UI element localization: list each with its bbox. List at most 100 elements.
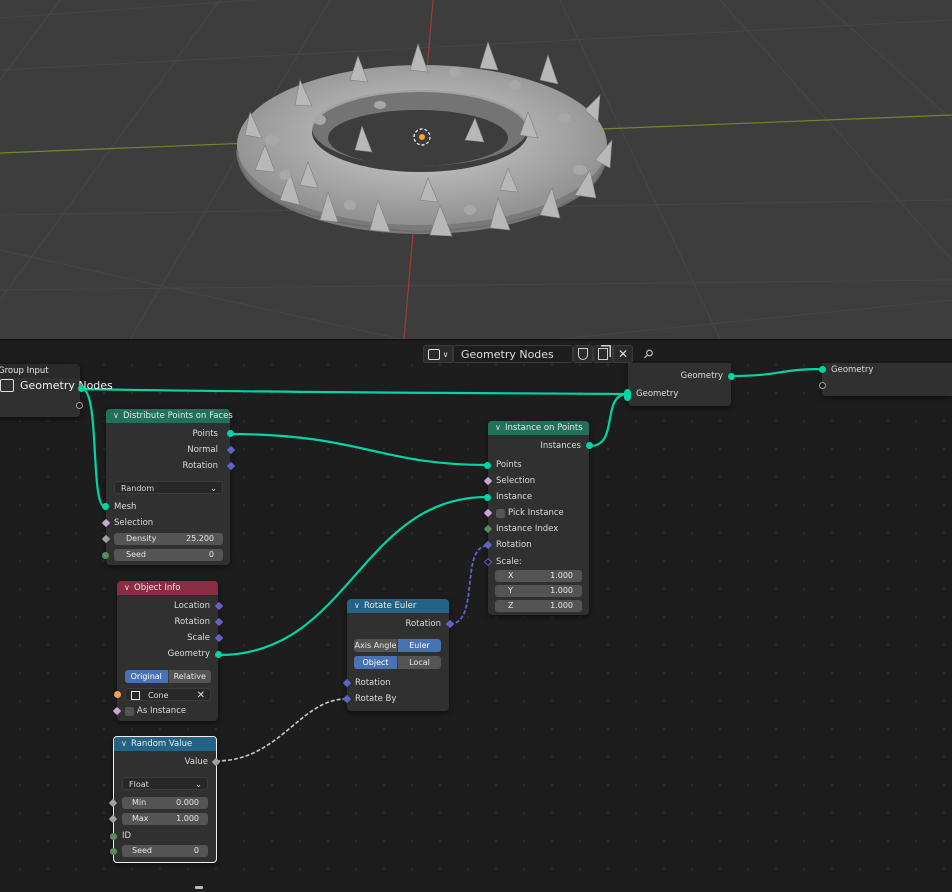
seed-field[interactable]: Seed 0 (114, 549, 223, 561)
seed-field[interactable]: Seed 0 (122, 845, 208, 857)
node-join-geometry[interactable]: Geometry Geometry (624, 363, 735, 406)
object-option[interactable]: Object (354, 656, 398, 669)
socket-seed-in[interactable] (110, 848, 117, 855)
socket-normal-out[interactable] (226, 445, 236, 455)
node-rotate-euler[interactable]: ∨ Rotate Euler Rotation Axis Angle Euler … (342, 599, 455, 711)
socket-density-in[interactable] (101, 534, 111, 544)
fake-user-button[interactable] (573, 345, 593, 363)
socket-selection-in[interactable] (483, 476, 493, 486)
socket-as-instance-in[interactable] (112, 706, 122, 716)
socket-instances-out[interactable] (586, 442, 593, 449)
socket-empty[interactable] (76, 402, 83, 409)
max-field[interactable]: Max 1.000 (122, 813, 208, 825)
link-group-input-geometry (77, 387, 629, 396)
rotation-type-toggle[interactable]: Axis Angle Euler (354, 639, 441, 652)
3d-viewport[interactable] (0, 0, 952, 339)
socket-max-in[interactable] (108, 814, 118, 824)
socket-location-out[interactable] (214, 601, 224, 611)
chevron-down-icon[interactable]: ∨ (124, 581, 134, 595)
relative-option[interactable]: Relative (168, 670, 211, 683)
space-toggle[interactable]: Object Local (354, 656, 441, 669)
socket-geometry-in[interactable] (819, 366, 826, 373)
output-geometry: Geometry (680, 371, 723, 381)
node-header: ∨ Distribute Points on Faces (106, 409, 233, 423)
object-picker[interactable]: Cone ✕ (125, 688, 211, 701)
min-field[interactable]: Min 0.000 (122, 797, 208, 809)
node-editor[interactable]: Group Input Geometry Nodes ∨ Distribute P… (0, 341, 952, 892)
output-rotation: Rotation (405, 619, 441, 629)
node-tree-name-field[interactable]: Geometry Nodes (453, 345, 573, 363)
socket-geometry-out[interactable] (728, 373, 735, 380)
original-option[interactable]: Original (125, 670, 169, 683)
node-distribute-points-on-faces[interactable]: ∨ Distribute Points on Faces Points Norma… (101, 409, 236, 565)
axis-angle-option[interactable]: Axis Angle (354, 639, 398, 652)
node-tree-selector[interactable]: ∨ Geometry Nodes ✕ ⚲ (423, 344, 659, 364)
socket-rotation-in[interactable] (483, 540, 493, 550)
pick-instance-checkbox[interactable] (496, 509, 505, 518)
socket-rotation-out[interactable] (214, 617, 224, 627)
pin-button[interactable]: ⚲ (637, 345, 659, 363)
node-random-value[interactable]: ∨ Random Value Value Float ⌄ Min 0.000 Max 1… (108, 736, 221, 863)
socket-scale-in[interactable] (483, 557, 493, 567)
scale-z-field[interactable]: Z 1.000 (495, 600, 582, 612)
close-icon: ✕ (617, 347, 629, 361)
input-selection: Selection (114, 518, 154, 528)
chevron-down-icon[interactable]: ∨ (495, 421, 505, 435)
node-object-info[interactable]: ∨ Object Info Location Rotation Scale Geo… (112, 581, 224, 721)
node-header: ∨ Instance on Points (488, 421, 589, 435)
duplicate-button[interactable] (593, 345, 613, 363)
density-field[interactable]: Density 25.200 (114, 533, 223, 545)
node-header: ∨ Random Value (114, 737, 216, 751)
socket-value-out[interactable] (211, 757, 221, 767)
node-group-output[interactable]: Geometry (819, 363, 952, 396)
chevron-down-icon[interactable]: ∨ (354, 599, 364, 613)
socket-object-in[interactable] (114, 691, 121, 698)
socket-group-input-geometry[interactable] (78, 385, 85, 392)
euler-option[interactable]: Euler (398, 639, 441, 652)
input-rotation: Rotation (496, 540, 532, 550)
socket-seed-in[interactable] (102, 552, 109, 559)
clear-x-icon[interactable]: ✕ (197, 689, 205, 702)
socket-id-in[interactable] (110, 833, 117, 840)
data-type-dropdown[interactable]: Float ⌄ (122, 777, 208, 790)
transform-space-toggle[interactable]: Original Relative (125, 670, 211, 683)
socket-mesh-in[interactable] (102, 503, 109, 510)
socket-points-out[interactable] (227, 430, 234, 437)
socket-geometry-in[interactable] (624, 389, 631, 401)
link-random-value (215, 698, 347, 762)
unlink-button[interactable]: ✕ (613, 345, 633, 363)
input-geometry: Geometry (636, 389, 679, 399)
link-output-geometry (731, 367, 823, 378)
socket-scale-out[interactable] (214, 633, 224, 643)
socket-geometry-out[interactable] (215, 651, 222, 658)
input-id: ID (122, 831, 132, 841)
pin-icon: ⚲ (639, 345, 657, 363)
socket-instance-index-in[interactable] (483, 524, 493, 534)
scale-y-field[interactable]: Y 1.000 (495, 585, 582, 597)
link-points (229, 432, 488, 467)
node-title: Instance on Points (505, 423, 583, 433)
socket-rotation-out[interactable] (445, 619, 455, 629)
socket-rotation-in[interactable] (342, 678, 352, 688)
socket-min-in[interactable] (108, 798, 118, 808)
viewport-scene (0, 0, 952, 339)
socket-rotation-out[interactable] (226, 461, 236, 471)
socket-rotate-by-in[interactable] (342, 694, 352, 704)
distribute-mode-dropdown[interactable]: Random ⌄ (114, 481, 223, 494)
chevron-down-icon[interactable]: ∨ (113, 409, 123, 423)
socket-selection-in[interactable] (101, 518, 111, 528)
as-instance-checkbox[interactable] (125, 707, 134, 716)
socket-empty-in[interactable] (819, 382, 826, 389)
chevron-down-icon[interactable]: ∨ (121, 737, 131, 751)
output-geometry: Geometry (167, 649, 210, 659)
scale-x-field[interactable]: X 1.000 (495, 570, 582, 582)
socket-instance-in[interactable] (484, 494, 491, 501)
socket-pick-instance-in[interactable] (483, 508, 493, 518)
offscreen-node-hint (195, 886, 203, 889)
input-instance-index: Instance Index (496, 524, 559, 534)
as-instance-label: As Instance (137, 706, 187, 716)
socket-points-in[interactable] (484, 462, 491, 469)
editor-type-button[interactable]: ∨ (423, 345, 453, 363)
node-instance-on-points[interactable]: ∨ Instance on Points Instances Points Sel… (483, 421, 593, 615)
local-option[interactable]: Local (398, 656, 441, 669)
